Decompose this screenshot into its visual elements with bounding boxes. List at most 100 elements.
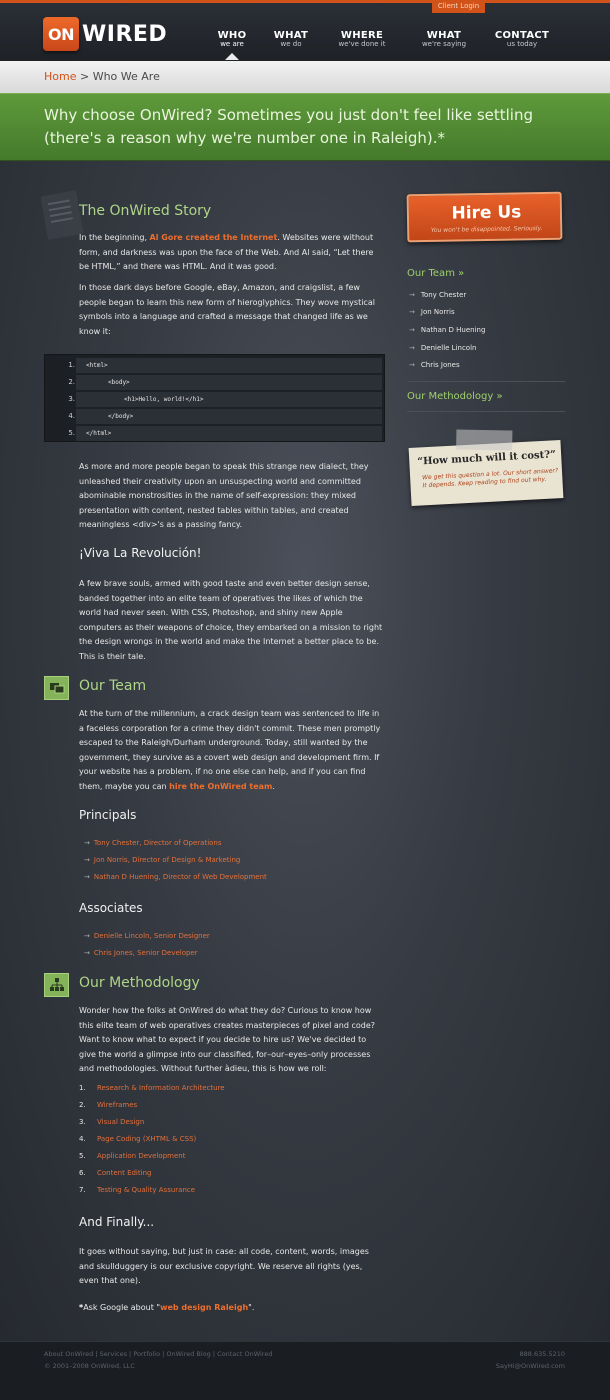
arrow-icon: → [84, 932, 90, 940]
list-item[interactable]: 4. Page Coding (XHTML & CSS) [79, 1135, 196, 1143]
code-line-number: 5. [68, 429, 75, 437]
nav-who-sub: we are [220, 40, 244, 48]
al-gore-link[interactable]: Al Gore created the Internet [150, 233, 278, 242]
nav-where-sub: we've done it [338, 40, 386, 48]
code-row: 4. </body> [45, 408, 386, 424]
principals-heading: Principals [79, 808, 137, 822]
tagline-banner: Why choose OnWired? Sometimes you just d… [0, 93, 610, 161]
finally-paragraph: It goes without saying, but just in case… [79, 1247, 369, 1285]
footer-links[interactable]: About OnWired | Services | Portfolio | O… [44, 1350, 272, 1358]
nav-active-pointer [225, 53, 239, 60]
arrow-icon: → [409, 361, 415, 369]
sidebar-team-heading[interactable]: Our Team » [407, 268, 464, 279]
sidebar-item-label: Jon Norris [420, 308, 455, 316]
list-item[interactable]: 7. Testing & Quality Assurance [79, 1186, 195, 1194]
hire-us-button[interactable]: Hire Us You won't be disappointed. Serio… [406, 191, 563, 243]
code-line-text: <html> [76, 358, 382, 373]
principal-name: Tony Chester, Director of Operations [93, 839, 222, 847]
team-heading: Our Team [79, 678, 147, 694]
step-number: 1. [79, 1084, 86, 1092]
team-paragraph: At the turn of the millennium, a crack d… [79, 707, 384, 794]
story-paragraph-2: In those dark days before Google, eBay, … [79, 283, 375, 336]
step-label: Visual Design [97, 1118, 145, 1126]
nav-where[interactable]: WHERE we've done it [330, 30, 394, 48]
team-text-a: At the turn of the millennium, a crack d… [79, 709, 381, 791]
step-label: Content Editing [97, 1169, 152, 1177]
nav-contact[interactable]: CONTACT us today [490, 30, 554, 48]
list-item[interactable]: 6. Content Editing [79, 1169, 151, 1177]
sidebar-item[interactable]: → Nathan D Huening [409, 326, 485, 334]
hire-team-link[interactable]: hire the OnWired team [169, 782, 272, 791]
story-paragraph-4: A few brave souls, armed with good taste… [79, 579, 383, 661]
sidebar-item[interactable]: → Jon Norris [409, 308, 455, 316]
list-item[interactable]: → Chris Jones, Senior Developer [84, 949, 198, 957]
footnote-text: Ask Google about " [83, 1303, 161, 1312]
sidebar-methodology-heading[interactable]: Our Methodology » [407, 391, 503, 402]
footer-copyright: © 2001–2008 OnWired, LLC [44, 1362, 135, 1370]
step-label: Application Development [97, 1152, 186, 1160]
nav-what-saying[interactable]: WHAT we're saying [412, 30, 476, 48]
story-p1-text-a: In the beginning, [79, 233, 150, 242]
step-number: 2. [79, 1101, 86, 1109]
arrow-icon: → [409, 308, 415, 316]
list-item[interactable]: 5. Application Development [79, 1152, 185, 1160]
code-line-text: </body> [76, 409, 382, 424]
nav-who[interactable]: WHO we are [214, 30, 250, 48]
step-label: Wireframes [97, 1101, 138, 1109]
arrow-icon: → [84, 873, 90, 881]
step-label: Testing & Quality Assurance [97, 1186, 196, 1194]
list-item[interactable]: → Nathan D Huening, Director of Web Devel… [84, 873, 267, 881]
list-item[interactable]: → Jon Norris, Director of Design & Market… [84, 856, 240, 864]
tagline-text: Why choose OnWired? Sometimes you just d… [44, 106, 533, 147]
breadcrumb-home-link[interactable]: Home [44, 70, 76, 83]
list-item[interactable]: 1. Research & Information Architecture [79, 1084, 225, 1092]
code-sample: 1. <html> 2. <body> 3. <h1>Hello, world!… [44, 354, 385, 442]
step-number: 3. [79, 1118, 86, 1126]
client-login-button[interactable]: Client Login [432, 0, 485, 13]
step-number: 7. [79, 1186, 86, 1194]
arrow-icon: → [409, 291, 415, 299]
nav-what-we-do-sub: we do [280, 40, 302, 48]
step-number: 4. [79, 1135, 86, 1143]
footnote: *Ask Google about "web design Raleigh". [79, 1303, 254, 1312]
code-row: 3. <h1>Hello, world!</h1> [45, 391, 386, 407]
list-item[interactable]: → Denielle Lincoln, Senior Designer [84, 932, 210, 940]
associate-name: Denielle Lincoln, Senior Designer [93, 932, 210, 940]
associates-heading: Associates [79, 901, 143, 915]
list-item[interactable]: 3. Visual Design [79, 1118, 144, 1126]
associate-name: Chris Jones, Senior Developer [93, 949, 198, 957]
methodology-paragraph: Wonder how the folks at OnWired do what … [79, 1006, 375, 1073]
sidebar-item[interactable]: → Tony Chester [409, 291, 466, 299]
code-row: 1. <html> [45, 357, 386, 373]
cost-note-question: “How much will it cost?” [417, 449, 557, 468]
sidebar-item[interactable]: → Denielle Lincoln [409, 344, 476, 352]
footer-phone: 888.635.5210 [519, 1350, 566, 1358]
sidebar-divider [407, 381, 565, 382]
nav-contact-sub: us today [506, 40, 538, 48]
web-design-raleigh-link[interactable]: web design Raleigh [160, 1303, 248, 1312]
site-footer: About OnWired | Services | Portfolio | O… [0, 1341, 610, 1400]
code-row: 2. <body> [45, 374, 386, 390]
sidebar-item-label: Denielle Lincoln [420, 344, 477, 352]
code-line-number: 1. [68, 361, 75, 369]
cost-note[interactable]: “How much will it cost?” We get this que… [408, 429, 564, 506]
arrow-icon: → [84, 856, 90, 864]
list-item[interactable]: 2. Wireframes [79, 1101, 137, 1109]
nav-what-we-do[interactable]: WHAT we do [270, 30, 312, 48]
footer-email[interactable]: SayHi@OnWired.com [496, 1362, 565, 1370]
team-icon [44, 676, 69, 700]
step-label: Page Coding (XHTML & CSS) [97, 1135, 197, 1143]
cost-note-answer: We get this question a lot. Our short an… [421, 467, 559, 490]
tape-decoration [456, 429, 513, 451]
main-nav: WHO we are WHAT we do WHERE we've done i… [0, 30, 610, 60]
sidebar-item-label: Chris Jones [420, 361, 460, 369]
document-icon [40, 190, 84, 240]
sidebar-item-label: Nathan D Huening [420, 326, 486, 334]
breadcrumb-separator: > [79, 70, 90, 83]
list-item[interactable]: → Tony Chester, Director of Operations [84, 839, 222, 847]
arrow-icon: → [409, 326, 415, 334]
sidebar-divider [407, 411, 565, 412]
team-text-b: . [272, 781, 275, 791]
sidebar-item[interactable]: → Chris Jones [409, 361, 460, 369]
arrow-icon: → [84, 839, 90, 847]
